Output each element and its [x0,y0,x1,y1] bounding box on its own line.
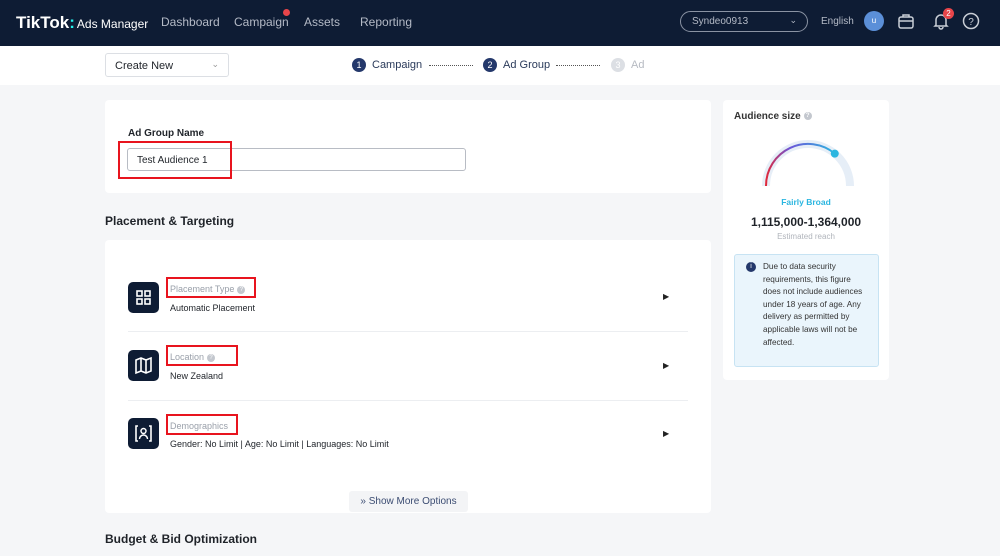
audience-size-title: Audience size? [734,111,812,122]
account-name: Syndeo0913 [692,16,749,27]
highlight-box [166,277,256,298]
nav-assets[interactable]: Assets [304,15,340,29]
step-number: 1 [352,58,366,72]
highlight-box [166,414,238,435]
account-selector[interactable]: Syndeo0913 ⌄ [680,11,808,32]
step-campaign[interactable]: 1 Campaign [352,58,422,72]
location-value: New Zealand [170,371,224,381]
svg-text:?: ? [968,17,974,28]
step-connector [556,65,600,66]
briefcase-icon[interactable] [897,12,915,30]
person-icon [128,418,159,449]
audience-range: 1,115,000-1,364,000 [750,215,862,229]
step-number: 2 [483,58,497,72]
gauge-indicator [830,149,839,158]
show-more-options-button[interactable]: » Show More Options [349,491,468,512]
help-icon[interactable]: ? [803,112,812,121]
highlight-box [118,141,232,179]
audience-title-text: Audience size [734,111,801,122]
campaign-badge [283,9,290,16]
create-new-label: Create New [115,60,174,72]
grid-icon [128,282,159,313]
step-ad-group[interactable]: 2 Ad Group [483,58,550,72]
logo-text: TikTok [16,13,70,32]
step-number: 3 [611,58,625,72]
expand-arrow-icon[interactable]: ▶ [663,292,669,301]
demographics-value: Gender: No Limit | Age: No Limit | Langu… [170,439,389,449]
placement-type-value: Automatic Placement [170,303,256,313]
nav-campaign[interactable]: Campaign [234,15,289,29]
gauge-track [762,140,854,187]
avatar[interactable]: u [864,11,884,31]
audience-gauge [762,140,854,187]
nav-dashboard[interactable]: Dashboard [161,15,220,29]
divider [128,331,688,332]
create-new-dropdown[interactable]: Create New ⌄ [105,53,229,77]
ad-group-name-label: Ad Group Name [128,128,205,139]
step-label: Ad [631,59,645,71]
logo-subtitle: Ads Manager [76,17,149,31]
map-icon [128,350,159,381]
notification-badge: 2 [943,8,954,19]
data-security-note: i Due to data security requirements, this… [734,254,879,367]
audience-range-caption: Estimated reach [777,232,835,241]
chevron-down-icon: ⌄ [789,15,797,25]
audience-level: Fairly Broad [781,197,831,207]
nav-reporting[interactable]: Reporting [360,15,412,29]
logo[interactable]: TikTok: Ads Manager [16,13,148,33]
divider [128,400,688,401]
top-nav: TikTok: Ads Manager Dashboard Campaign As… [0,0,1000,46]
note-text: Due to data security requirements, this … [763,262,863,347]
expand-arrow-icon[interactable]: ▶ [663,429,669,438]
chevron-down-icon: ⌄ [211,59,219,69]
chevron-double-down-icon: » [360,496,369,507]
highlight-box [166,345,238,366]
step-ad: 3 Ad [611,58,644,72]
info-icon: i [746,262,756,272]
step-label: Campaign [372,59,423,71]
placement-section-title: Placement & Targeting [105,214,235,228]
show-more-label: Show More Options [368,496,457,507]
help-icon[interactable]: ? [962,12,980,30]
budget-section-title: Budget & Bid Optimization [105,532,257,546]
language-selector[interactable]: English [821,16,854,27]
step-connector [429,65,473,66]
expand-arrow-icon[interactable]: ▶ [663,361,669,370]
step-label: Ad Group [503,59,551,71]
